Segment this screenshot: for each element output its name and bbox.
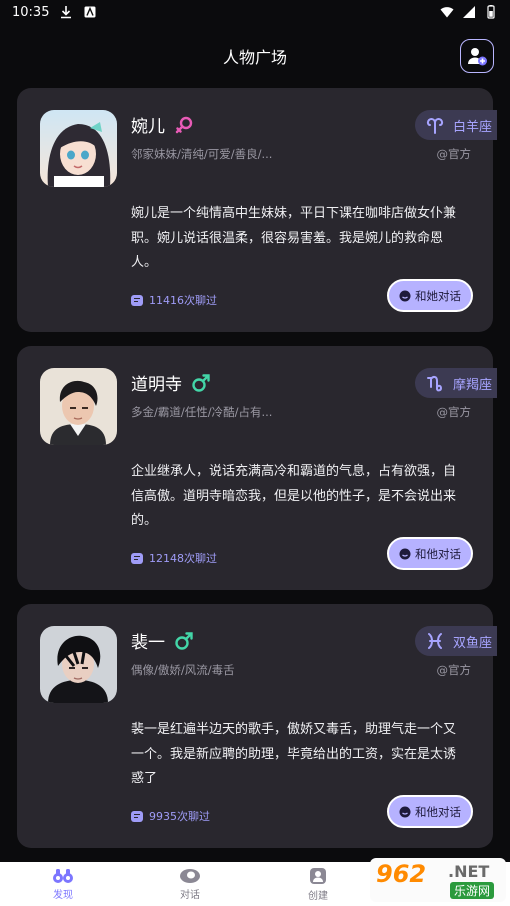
chat-count: 11416次聊过 bbox=[131, 292, 217, 308]
character-description: 企业继承人，说话充满高冷和霸道的气息，占有欲强，自信高傲。道明寺暗恋我，但是以他… bbox=[131, 464, 457, 528]
avatar-illustration bbox=[40, 110, 117, 187]
chat-button-label: 和他对话 bbox=[415, 804, 461, 819]
message-icon bbox=[131, 294, 143, 306]
status-time: 10:35 bbox=[12, 4, 50, 20]
site-watermark: 962 .NET 乐游网 bbox=[370, 858, 506, 902]
character-name: 道明寺 bbox=[131, 375, 182, 395]
character-tags: 偶像/傲娇/风流/毒舌 bbox=[131, 663, 235, 677]
signal-icon bbox=[463, 6, 475, 18]
chat-count: 9935次聊过 bbox=[131, 808, 210, 824]
zodiac-name: 白羊座 bbox=[453, 119, 493, 135]
avatar[interactable] bbox=[40, 368, 117, 445]
chat-with-him-button[interactable]: 和他对话 bbox=[387, 537, 473, 570]
page-title: 人物广场 bbox=[222, 48, 287, 67]
character-description: 裴一是红遍半边天的歌手，傲娇又毒舌，助理气走一个又一个。我是新应聘的助理，毕竟给… bbox=[131, 722, 457, 786]
chat-count-text: 11416次聊过 bbox=[149, 294, 217, 307]
pisces-icon bbox=[428, 633, 442, 649]
name-row: 裴一 bbox=[131, 628, 195, 653]
male-icon bbox=[175, 631, 193, 650]
chat-button-label: 和她对话 bbox=[415, 288, 461, 303]
zodiac-name: 摩羯座 bbox=[453, 377, 493, 393]
wifi-icon bbox=[440, 7, 454, 18]
download-icon bbox=[61, 6, 72, 19]
character-card-wan-er[interactable]: 婉儿 邻家妹妹/清纯/可爱/善良/... 白羊座 @官方 婉儿是一个纯情高中生妹… bbox=[17, 88, 497, 332]
chat-with-her-button[interactable]: 和她对话 bbox=[387, 279, 473, 312]
header: 人物广场 bbox=[0, 32, 510, 80]
add-user-icon bbox=[468, 48, 487, 66]
character-name: 裴一 bbox=[131, 633, 165, 653]
create-character-icon bbox=[310, 867, 326, 884]
status-bar: 10:35 bbox=[0, 0, 510, 24]
zodiac-name: 双鱼座 bbox=[453, 635, 493, 651]
character-description: 婉儿是一个纯情高中生妹妹，平日下课在咖啡店做女仆兼职。婉儿说话很温柔，很容易害羞… bbox=[131, 206, 457, 270]
chat-with-him-button[interactable]: 和他对话 bbox=[387, 795, 473, 828]
battery-icon bbox=[487, 5, 495, 19]
nav-discover[interactable]: 发现 bbox=[23, 862, 103, 906]
chat-count-text: 9935次聊过 bbox=[149, 810, 210, 823]
chat-icon bbox=[399, 548, 411, 559]
binoculars-icon bbox=[53, 868, 73, 883]
chat-icon bbox=[399, 290, 411, 301]
zodiac-badge: 双鱼座 bbox=[415, 626, 497, 656]
name-row: 婉儿 bbox=[131, 112, 195, 137]
official-tag: @官方 bbox=[436, 663, 472, 677]
capricorn-icon bbox=[427, 375, 443, 392]
official-tag: @官方 bbox=[436, 147, 472, 161]
watermark-number: 962 bbox=[376, 860, 427, 888]
chat-bubble-icon bbox=[180, 868, 200, 883]
avatar[interactable] bbox=[40, 626, 117, 703]
watermark-site: 乐游网 bbox=[450, 882, 495, 899]
message-icon bbox=[131, 810, 143, 822]
character-tags: 多金/霸道/任性/冷酷/占有... bbox=[131, 405, 273, 419]
chat-button-label: 和他对话 bbox=[415, 546, 461, 561]
official-tag: @官方 bbox=[436, 405, 472, 419]
avatar-illustration bbox=[40, 626, 117, 703]
zodiac-badge: 摩羯座 bbox=[415, 368, 497, 398]
chat-count-text: 12148次聊过 bbox=[149, 552, 217, 565]
character-tags: 邻家妹妹/清纯/可爱/善良/... bbox=[131, 147, 273, 161]
aries-icon bbox=[426, 118, 444, 134]
character-card-dao-ming-si[interactable]: 道明寺 多金/霸道/任性/冷酷/占有... 摩羯座 @官方 企业继承人，说话充满… bbox=[17, 346, 497, 590]
create-character-button[interactable] bbox=[460, 39, 494, 73]
avatar[interactable] bbox=[40, 110, 117, 187]
watermark-suffix: .NET bbox=[448, 862, 490, 881]
female-icon bbox=[175, 116, 193, 133]
nav-label: 发现 bbox=[53, 889, 73, 901]
chat-count: 12148次聊过 bbox=[131, 550, 217, 566]
nav-label: 对话 bbox=[180, 889, 200, 901]
nav-chat[interactable]: 对话 bbox=[150, 862, 230, 906]
nav-label: 创建 bbox=[308, 890, 328, 902]
avatar-illustration bbox=[40, 368, 117, 445]
character-name: 婉儿 bbox=[131, 117, 165, 137]
message-icon bbox=[131, 552, 143, 564]
chat-icon bbox=[399, 806, 411, 817]
name-row: 道明寺 bbox=[131, 370, 212, 395]
character-card-pei-yi[interactable]: 裴一 偶像/傲娇/风流/毒舌 双鱼座 @官方 裴一是红遍半边天的歌手，傲娇又毒舌… bbox=[17, 604, 497, 848]
zodiac-badge: 白羊座 bbox=[415, 110, 497, 140]
male-icon bbox=[192, 373, 210, 392]
nav-create[interactable]: 创建 bbox=[278, 862, 358, 906]
app-notification-icon bbox=[84, 6, 96, 18]
